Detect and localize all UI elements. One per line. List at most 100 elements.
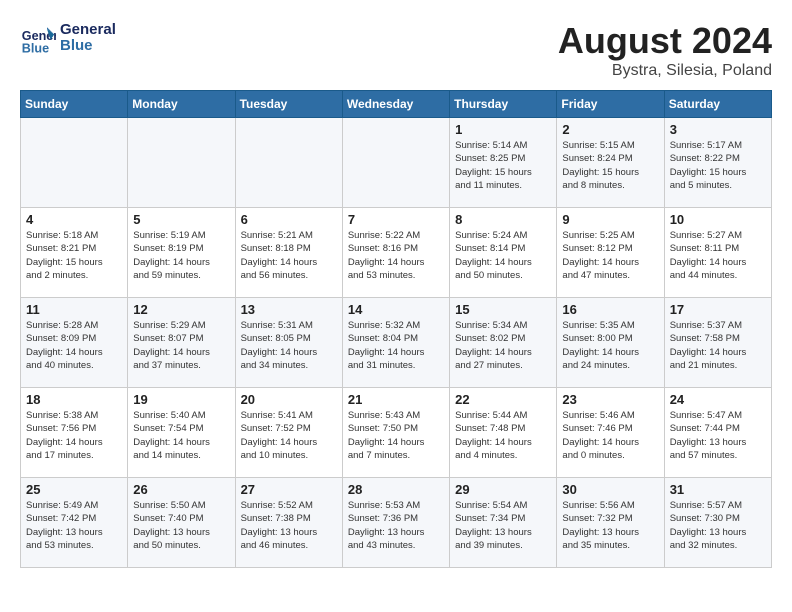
weekday-header-tuesday: Tuesday	[235, 91, 342, 118]
calendar-cell: 14Sunrise: 5:32 AM Sunset: 8:04 PM Dayli…	[342, 298, 449, 388]
day-number: 28	[348, 482, 444, 497]
logo: General Blue General Blue	[20, 20, 116, 56]
calendar-cell: 21 Sunrise: 5:43 AM Sunset: 7:50 PM Dayli…	[342, 388, 449, 478]
day-info: Sunrise: 5:38 AM Sunset: 7:56 PM Dayligh…	[26, 409, 122, 462]
day-info: Sunrise: 5:43 AM Sunset: 7:50 PM Dayligh…	[348, 409, 444, 462]
day-info: Sunrise: 5:21 AM Sunset: 8:18 PM Dayligh…	[241, 229, 337, 282]
logo-general: General	[60, 22, 116, 39]
calendar-cell: 5 Sunrise: 5:19 AM Sunset: 8:19 PM Daylig…	[128, 208, 235, 298]
calendar-cell: 10 Sunrise: 5:27 AM Sunset: 8:11 PM Dayli…	[664, 208, 771, 298]
day-info: Sunrise: 5:18 AM Sunset: 8:21 PM Dayligh…	[26, 229, 122, 282]
calendar-week-2: 4 Sunrise: 5:18 AM Sunset: 8:21 PM Daylig…	[21, 208, 772, 298]
day-number: 27	[241, 482, 337, 497]
calendar-week-5: 25Sunrise: 5:49 AM Sunset: 7:42 PM Dayli…	[21, 478, 772, 568]
day-number: 15	[455, 302, 551, 317]
weekday-header-friday: Friday	[557, 91, 664, 118]
day-info: Sunrise: 5:54 AM Sunset: 7:34 PM Dayligh…	[455, 499, 551, 552]
day-info: Sunrise: 5:53 AM Sunset: 7:36 PM Dayligh…	[348, 499, 444, 552]
day-info: Sunrise: 5:34 AM Sunset: 8:02 PM Dayligh…	[455, 319, 551, 372]
logo-blue: Blue	[60, 38, 116, 55]
month-title: August 2024	[558, 20, 772, 62]
day-number: 26	[133, 482, 229, 497]
day-info: Sunrise: 5:35 AM Sunset: 8:00 PM Dayligh…	[562, 319, 658, 372]
calendar-cell: 6 Sunrise: 5:21 AM Sunset: 8:18 PM Daylig…	[235, 208, 342, 298]
weekday-header-sunday: Sunday	[21, 91, 128, 118]
calendar-cell: 30Sunrise: 5:56 AM Sunset: 7:32 PM Dayli…	[557, 478, 664, 568]
day-info: Sunrise: 5:44 AM Sunset: 7:48 PM Dayligh…	[455, 409, 551, 462]
calendar-week-3: 11Sunrise: 5:28 AM Sunset: 8:09 PM Dayli…	[21, 298, 772, 388]
calendar-cell: 18Sunrise: 5:38 AM Sunset: 7:56 PM Dayli…	[21, 388, 128, 478]
day-info: Sunrise: 5:14 AM Sunset: 8:25 PM Dayligh…	[455, 139, 551, 192]
day-info: Sunrise: 5:40 AM Sunset: 7:54 PM Dayligh…	[133, 409, 229, 462]
day-number: 1	[455, 122, 551, 137]
calendar-cell: 11Sunrise: 5:28 AM Sunset: 8:09 PM Dayli…	[21, 298, 128, 388]
day-number: 3	[670, 122, 766, 137]
weekday-header-monday: Monday	[128, 91, 235, 118]
day-info: Sunrise: 5:46 AM Sunset: 7:46 PM Dayligh…	[562, 409, 658, 462]
page-header: General Blue General Blue August 2024 By…	[20, 20, 772, 80]
calendar-cell: 1 Sunrise: 5:14 AM Sunset: 8:25 PM Daylig…	[450, 118, 557, 208]
day-number: 20	[241, 392, 337, 407]
day-info: Sunrise: 5:22 AM Sunset: 8:16 PM Dayligh…	[348, 229, 444, 282]
day-number: 6	[241, 212, 337, 227]
calendar-week-4: 18Sunrise: 5:38 AM Sunset: 7:56 PM Dayli…	[21, 388, 772, 478]
day-info: Sunrise: 5:37 AM Sunset: 7:58 PM Dayligh…	[670, 319, 766, 372]
calendar-cell: 28 Sunrise: 5:53 AM Sunset: 7:36 PM Dayli…	[342, 478, 449, 568]
day-number: 2	[562, 122, 658, 137]
day-info: Sunrise: 5:19 AM Sunset: 8:19 PM Dayligh…	[133, 229, 229, 282]
calendar-cell: 16 Sunrise: 5:35 AM Sunset: 8:00 PM Dayli…	[557, 298, 664, 388]
day-info: Sunrise: 5:47 AM Sunset: 7:44 PM Dayligh…	[670, 409, 766, 462]
day-number: 4	[26, 212, 122, 227]
day-info: Sunrise: 5:28 AM Sunset: 8:09 PM Dayligh…	[26, 319, 122, 372]
calendar-cell: 27 Sunrise: 5:52 AM Sunset: 7:38 PM Dayli…	[235, 478, 342, 568]
day-info: Sunrise: 5:41 AM Sunset: 7:52 PM Dayligh…	[241, 409, 337, 462]
logo-icon: General Blue	[20, 20, 56, 56]
day-info: Sunrise: 5:15 AM Sunset: 8:24 PM Dayligh…	[562, 139, 658, 192]
calendar-cell: 31 Sunrise: 5:57 AM Sunset: 7:30 PM Dayli…	[664, 478, 771, 568]
calendar-cell: 4 Sunrise: 5:18 AM Sunset: 8:21 PM Daylig…	[21, 208, 128, 298]
calendar-cell: 7 Sunrise: 5:22 AM Sunset: 8:16 PM Daylig…	[342, 208, 449, 298]
day-info: Sunrise: 5:52 AM Sunset: 7:38 PM Dayligh…	[241, 499, 337, 552]
day-info: Sunrise: 5:57 AM Sunset: 7:30 PM Dayligh…	[670, 499, 766, 552]
day-info: Sunrise: 5:31 AM Sunset: 8:05 PM Dayligh…	[241, 319, 337, 372]
day-number: 29	[455, 482, 551, 497]
location: Bystra, Silesia, Poland	[558, 62, 772, 80]
day-number: 31	[670, 482, 766, 497]
day-number: 9	[562, 212, 658, 227]
calendar-cell	[21, 118, 128, 208]
day-number: 5	[133, 212, 229, 227]
calendar-cell: 15 Sunrise: 5:34 AM Sunset: 8:02 PM Dayli…	[450, 298, 557, 388]
calendar-cell: 12Sunrise: 5:29 AM Sunset: 8:07 PM Dayli…	[128, 298, 235, 388]
calendar-table: SundayMondayTuesdayWednesdayThursdayFrid…	[20, 90, 772, 568]
calendar-cell: 9Sunrise: 5:25 AM Sunset: 8:12 PM Daylig…	[557, 208, 664, 298]
day-number: 23	[562, 392, 658, 407]
weekday-header-saturday: Saturday	[664, 91, 771, 118]
day-info: Sunrise: 5:24 AM Sunset: 8:14 PM Dayligh…	[455, 229, 551, 282]
weekday-header-thursday: Thursday	[450, 91, 557, 118]
day-number: 7	[348, 212, 444, 227]
calendar-cell: 13 Sunrise: 5:31 AM Sunset: 8:05 PM Dayli…	[235, 298, 342, 388]
day-number: 24	[670, 392, 766, 407]
calendar-cell: 8 Sunrise: 5:24 AM Sunset: 8:14 PM Daylig…	[450, 208, 557, 298]
day-number: 21	[348, 392, 444, 407]
calendar-cell: 25Sunrise: 5:49 AM Sunset: 7:42 PM Dayli…	[21, 478, 128, 568]
weekday-header-wednesday: Wednesday	[342, 91, 449, 118]
day-number: 16	[562, 302, 658, 317]
day-number: 19	[133, 392, 229, 407]
calendar-cell: 29 Sunrise: 5:54 AM Sunset: 7:34 PM Dayli…	[450, 478, 557, 568]
calendar-cell: 3Sunrise: 5:17 AM Sunset: 8:22 PM Daylig…	[664, 118, 771, 208]
day-number: 22	[455, 392, 551, 407]
day-number: 13	[241, 302, 337, 317]
calendar-cell: 2 Sunrise: 5:15 AM Sunset: 8:24 PM Daylig…	[557, 118, 664, 208]
day-number: 17	[670, 302, 766, 317]
calendar-cell: 20 Sunrise: 5:41 AM Sunset: 7:52 PM Dayli…	[235, 388, 342, 478]
day-number: 25	[26, 482, 122, 497]
day-number: 30	[562, 482, 658, 497]
day-number: 8	[455, 212, 551, 227]
title-block: August 2024 Bystra, Silesia, Poland	[558, 20, 772, 80]
day-info: Sunrise: 5:32 AM Sunset: 8:04 PM Dayligh…	[348, 319, 444, 372]
day-info: Sunrise: 5:50 AM Sunset: 7:40 PM Dayligh…	[133, 499, 229, 552]
day-number: 10	[670, 212, 766, 227]
day-info: Sunrise: 5:27 AM Sunset: 8:11 PM Dayligh…	[670, 229, 766, 282]
calendar-cell: 19 Sunrise: 5:40 AM Sunset: 7:54 PM Dayli…	[128, 388, 235, 478]
